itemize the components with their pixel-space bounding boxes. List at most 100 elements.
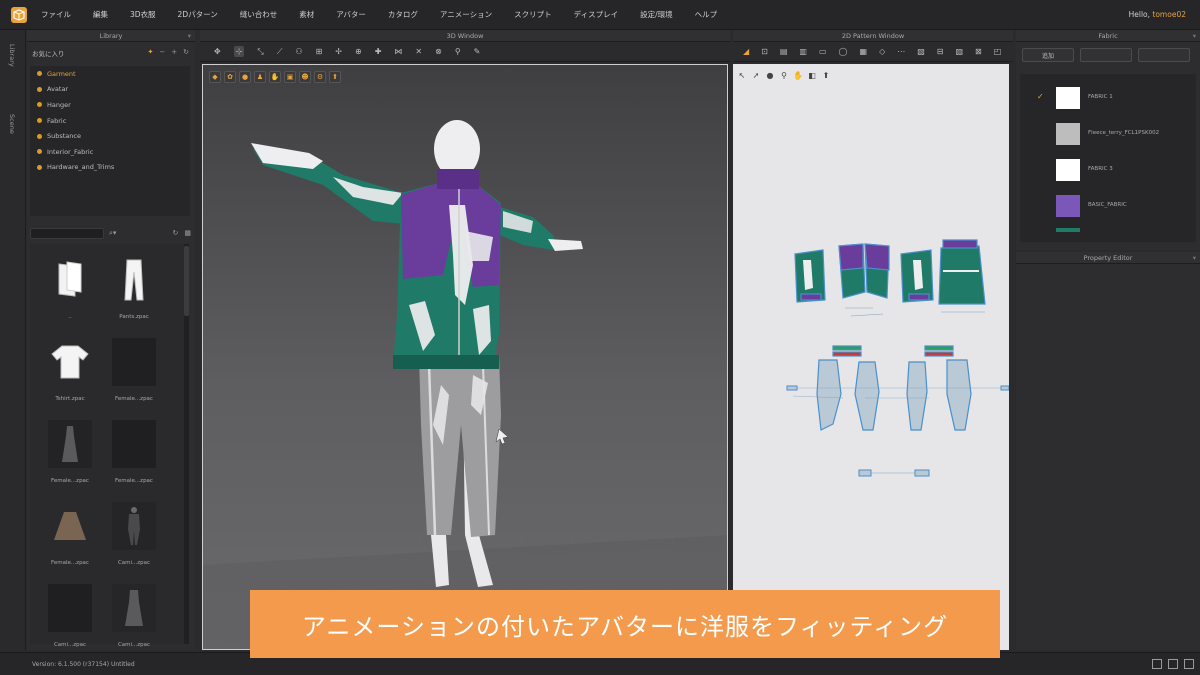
panel-menu-icon[interactable]: ▾ bbox=[1193, 252, 1196, 264]
panel-menu-icon[interactable]: ▾ bbox=[188, 30, 191, 42]
remove-icon[interactable]: − bbox=[159, 48, 165, 56]
dart-icon[interactable]: ◇ bbox=[879, 47, 885, 56]
move-tool-icon[interactable]: ⊹ bbox=[233, 46, 245, 57]
tree-item-hanger[interactable]: Hanger bbox=[30, 97, 190, 113]
transform-pattern-icon[interactable]: ⊡ bbox=[761, 47, 768, 56]
arrange-tool-icon[interactable]: ⊞ bbox=[316, 47, 323, 56]
username: tomoe02 bbox=[1152, 10, 1186, 19]
thumb-female-4[interactable]: Female...zpac bbox=[40, 496, 100, 574]
thumb-female-1[interactable]: Female...zpac bbox=[104, 332, 164, 410]
refresh-icon[interactable]: ↻ bbox=[183, 48, 189, 56]
tree-item-label: Avatar bbox=[47, 85, 69, 94]
thumb-pants[interactable]: Pants.zpac bbox=[104, 250, 164, 328]
thumb-female-3[interactable]: Female...zpac bbox=[104, 414, 164, 492]
zipper-icon[interactable]: ⚲ bbox=[455, 47, 461, 56]
rectangle-icon[interactable]: ▭ bbox=[819, 47, 827, 56]
menu-settings[interactable]: 設定/環境 bbox=[640, 9, 673, 20]
tree-item-label: Garment bbox=[47, 69, 76, 78]
thumb-cami-3[interactable]: Cami...zpac bbox=[104, 578, 164, 656]
user-greeting[interactable]: Hello, tomoe02 bbox=[1129, 10, 1186, 19]
library-search-input[interactable] bbox=[30, 228, 104, 239]
greeting-label: Hello, bbox=[1128, 10, 1151, 19]
thumb-parent-folder[interactable]: .. bbox=[40, 250, 100, 328]
edit-pattern-icon[interactable]: ◢ bbox=[743, 47, 749, 56]
fabric-item[interactable]: FABRIC 3 bbox=[1020, 154, 1196, 186]
edit-curve-icon[interactable]: ▤ bbox=[780, 47, 788, 56]
texture-edit-icon[interactable]: ◰ bbox=[994, 47, 1002, 56]
button-tool-icon[interactable]: ⊗ bbox=[435, 47, 442, 56]
tree-item-avatar[interactable]: Avatar bbox=[30, 82, 190, 98]
segment-sewing-icon[interactable]: ▧ bbox=[917, 47, 925, 56]
duplicate-fabric-button[interactable] bbox=[1080, 48, 1132, 62]
menu-animation[interactable]: アニメーション bbox=[440, 9, 492, 20]
tab-scene[interactable]: Scene bbox=[8, 114, 16, 134]
menu-file[interactable]: ファイル bbox=[41, 9, 71, 20]
trace-icon[interactable]: ⋯ bbox=[897, 47, 905, 56]
menu-material[interactable]: 素材 bbox=[299, 9, 314, 20]
thumb-cami-1[interactable]: Cami...zpac bbox=[104, 496, 164, 574]
internal-polygon-icon[interactable]: ▦ bbox=[860, 47, 868, 56]
pin-tool-icon[interactable]: ⟋ bbox=[277, 47, 283, 57]
thumb-label: Cami...zpac bbox=[117, 642, 151, 648]
layout-view-icon[interactable] bbox=[1184, 659, 1194, 669]
sewing-icon[interactable]: ⋈ bbox=[394, 47, 402, 56]
menu-display[interactable]: ディスプレイ bbox=[574, 9, 618, 20]
delete-fabric-button[interactable] bbox=[1138, 48, 1190, 62]
star-icon[interactable]: ✦ bbox=[148, 48, 154, 56]
skirt-icon bbox=[48, 502, 92, 550]
app-logo[interactable] bbox=[11, 6, 27, 23]
refresh-icon[interactable]: ↻ bbox=[173, 229, 179, 237]
2d-toolbar: ◢ ⊡ ▤ ▥ ▭ ◯ ▦ ◇ ⋯ ▧ ⊟ ▨ ⊠ ◰ bbox=[733, 42, 1013, 62]
library-scrollbar[interactable] bbox=[184, 244, 189, 644]
tree-item-fabric[interactable]: Fabric bbox=[30, 113, 190, 129]
add-fabric-button[interactable]: 追加 bbox=[1022, 48, 1074, 62]
fold-arrangement-icon[interactable]: ⊠ bbox=[975, 47, 982, 56]
tab-library[interactable]: Library bbox=[8, 44, 16, 67]
menu-edit[interactable]: 編集 bbox=[93, 9, 108, 20]
side-tab-strip: Library Scene bbox=[0, 30, 26, 650]
scrollbar-thumb[interactable] bbox=[184, 246, 189, 316]
thumb-cami-2[interactable]: Cami...zpac bbox=[40, 578, 100, 656]
menu-avatar[interactable]: アバター bbox=[336, 9, 366, 20]
fabric-item[interactable]: BASIC_FABRIC bbox=[1020, 190, 1196, 222]
select-tool-icon[interactable]: ✥ bbox=[214, 47, 221, 56]
menu-script[interactable]: スクリプト bbox=[514, 9, 552, 20]
3d-viewport[interactable]: ◆ ✿ ● ♟ ✋ ▣ ☻ ⚙ ⬆ bbox=[202, 64, 728, 650]
menu-2d-pattern[interactable]: 2Dパターン bbox=[178, 9, 218, 20]
menu-sewing[interactable]: 縫い合わせ bbox=[240, 9, 278, 20]
transform-tool-icon[interactable]: ⤡ bbox=[257, 47, 263, 57]
fabric-item[interactable]: ✓ FABRIC 1 bbox=[1020, 82, 1196, 114]
thumb-tshirt[interactable]: Tshirt.zpac bbox=[40, 332, 100, 410]
tree-item-garment[interactable]: Garment bbox=[30, 66, 190, 82]
split-view-icon[interactable] bbox=[1168, 659, 1178, 669]
topstitch-icon[interactable]: ✕ bbox=[415, 47, 422, 56]
property-editor-title-text: Property Editor bbox=[1083, 254, 1133, 262]
thumb-label: Female...zpac bbox=[115, 396, 153, 402]
grid-view-icon[interactable]: ▦ bbox=[184, 229, 191, 237]
2d-window-title-text: 2D Pattern Window bbox=[841, 32, 905, 40]
tree-item-interior-fabric[interactable]: Interior_Fabric bbox=[30, 144, 190, 160]
tree-item-substance[interactable]: Substance bbox=[30, 128, 190, 144]
free-sewing-icon[interactable]: ⊟ bbox=[937, 47, 944, 56]
pin-icon[interactable]: ✢ bbox=[335, 47, 342, 56]
add-icon[interactable]: + bbox=[171, 48, 177, 56]
single-view-icon[interactable] bbox=[1152, 659, 1162, 669]
body-suit-icon bbox=[112, 502, 156, 550]
polygon-icon[interactable]: ▥ bbox=[799, 47, 807, 56]
tack-icon[interactable]: ▨ bbox=[955, 47, 963, 56]
2d-pattern-canvas[interactable]: ↖ ➚ ● ⚲ ✋ ◧ ⬆ bbox=[733, 64, 1009, 650]
menu-catalog[interactable]: カタログ bbox=[388, 9, 418, 20]
thumb-female-2[interactable]: Female...zpac bbox=[40, 414, 100, 492]
menu-3d-garment[interactable]: 3D衣服 bbox=[130, 9, 156, 20]
measure-icon[interactable]: ⊕ bbox=[355, 47, 362, 56]
fabric-list: ✓ FABRIC 1 Fleece_terry_FCL1PSK002 FABRI… bbox=[1020, 74, 1196, 242]
menu-help[interactable]: ヘルプ bbox=[695, 9, 718, 20]
tape-icon[interactable]: ✚ bbox=[375, 47, 382, 56]
texture-icon[interactable]: ✎ bbox=[474, 47, 481, 56]
circle-icon[interactable]: ◯ bbox=[839, 47, 848, 56]
search-icon[interactable]: ⌕▾ bbox=[109, 229, 116, 238]
panel-menu-icon[interactable]: ▾ bbox=[1193, 30, 1196, 42]
fold-tool-icon[interactable]: ⚇ bbox=[295, 47, 302, 56]
fabric-item[interactable]: Fleece_terry_FCL1PSK002 bbox=[1020, 118, 1196, 150]
tree-item-hardware-trims[interactable]: Hardware_and_Trims bbox=[30, 160, 190, 176]
